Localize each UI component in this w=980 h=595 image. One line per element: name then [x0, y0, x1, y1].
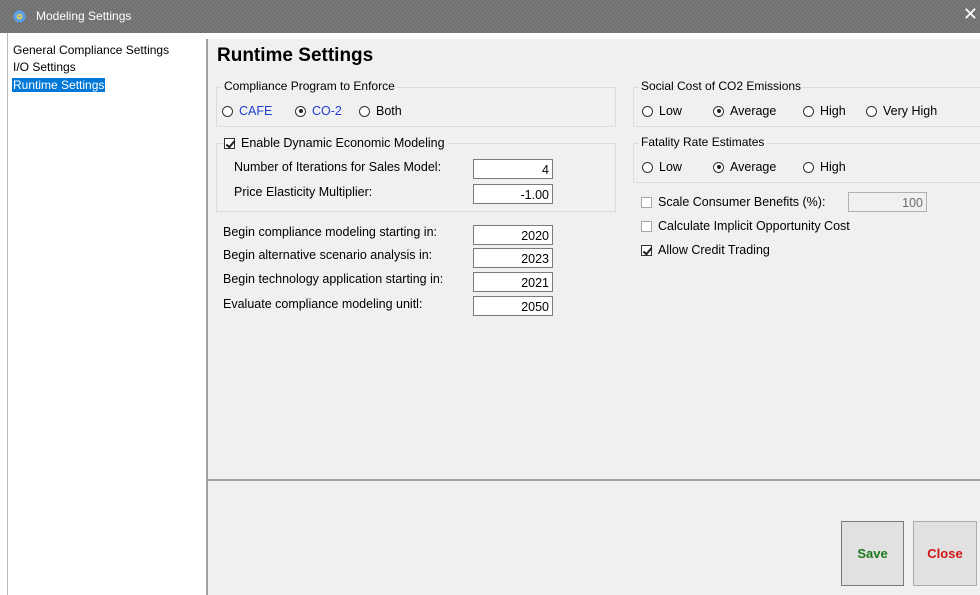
implicit-cost-checkbox-indicator — [641, 220, 652, 232]
button-panel: Save Close — [208, 481, 980, 595]
implicit-cost-checkbox[interactable]: Calculate Implicit Opportunity Cost — [641, 219, 850, 233]
radio-both[interactable]: Both — [359, 104, 402, 118]
save-button[interactable]: Save — [841, 521, 904, 586]
radio-fatality-high-indicator — [803, 161, 814, 173]
radio-cafe[interactable]: CAFE — [222, 104, 272, 118]
radio-co2[interactable]: CO-2 — [295, 104, 342, 118]
evaluate-until-field[interactable]: 2050 — [473, 296, 553, 316]
radio-fatality-average-indicator — [713, 161, 724, 173]
social-cost-group: Social Cost of CO2 Emissions Low Average… — [633, 79, 980, 127]
radio-social-very-high-label: Very High — [883, 104, 938, 118]
title-bar: Modeling Settings ✕ — [0, 0, 980, 33]
credit-trading-checkbox[interactable]: Allow Credit Trading — [641, 243, 770, 257]
radio-social-high-indicator — [803, 105, 814, 117]
dynamic-modeling-checkbox-indicator — [224, 137, 235, 149]
implicit-cost-label: Calculate Implicit Opportunity Cost — [658, 219, 850, 233]
begin-alternative-label: Begin alternative scenario analysis in: — [223, 248, 433, 262]
radio-co2-indicator — [295, 105, 306, 117]
radio-fatality-low[interactable]: Low — [642, 160, 682, 174]
credit-trading-checkbox-indicator — [641, 244, 652, 256]
dynamic-modeling-checkbox[interactable]: Enable Dynamic Economic Modeling — [224, 136, 448, 150]
fatality-group: Fatality Rate Estimates Low Average High — [633, 135, 980, 183]
radio-social-very-high-indicator — [866, 105, 877, 117]
compliance-program-label: Compliance Program to Enforce — [222, 79, 397, 93]
radio-social-high-label: High — [820, 104, 846, 118]
radio-social-very-high[interactable]: Very High — [866, 104, 937, 118]
nav-item-general-compliance[interactable]: General Compliance Settings — [12, 43, 170, 57]
radio-co2-label: CO-2 — [312, 104, 342, 118]
radio-fatality-average[interactable]: Average — [713, 160, 776, 174]
radio-social-low-label: Low — [659, 104, 682, 118]
iterations-field[interactable]: 4 — [473, 159, 553, 179]
evaluate-until-label: Evaluate compliance modeling unitl: — [223, 297, 423, 311]
dynamic-modeling-group: Enable Dynamic Economic Modeling Number … — [216, 136, 616, 212]
page-title: Runtime Settings — [217, 45, 374, 66]
radio-fatality-low-label: Low — [659, 160, 682, 174]
radio-both-indicator — [359, 105, 370, 117]
radio-social-average-indicator — [713, 105, 724, 117]
radio-cafe-indicator — [222, 105, 233, 117]
radio-social-high[interactable]: High — [803, 104, 846, 118]
elasticity-label: Price Elasticity Multiplier: — [234, 185, 373, 199]
fatality-label: Fatality Rate Estimates — [639, 135, 767, 149]
radio-fatality-average-label: Average — [730, 160, 777, 174]
radio-social-average[interactable]: Average — [713, 104, 776, 118]
scale-benefits-label: Scale Consumer Benefits (%): — [658, 195, 826, 209]
close-icon[interactable]: ✕ — [963, 5, 978, 23]
social-cost-label: Social Cost of CO2 Emissions — [639, 79, 804, 93]
credit-trading-label: Allow Credit Trading — [658, 243, 770, 257]
radio-social-low[interactable]: Low — [642, 104, 682, 118]
begin-alternative-field[interactable]: 2023 — [473, 248, 553, 268]
window-title: Modeling Settings — [36, 9, 132, 23]
radio-social-low-indicator — [642, 105, 653, 117]
window-border — [0, 33, 8, 595]
radio-fatality-high[interactable]: High — [803, 160, 846, 174]
iterations-label: Number of Iterations for Sales Model: — [234, 160, 442, 174]
begin-compliance-field[interactable]: 2020 — [473, 225, 553, 245]
scale-benefits-field[interactable]: 100 — [848, 192, 927, 212]
begin-technology-field[interactable]: 2021 — [473, 272, 553, 292]
settings-nav: General Compliance Settings I/O Settings… — [8, 39, 206, 595]
radio-fatality-high-label: High — [820, 160, 846, 174]
radio-social-average-label: Average — [730, 104, 777, 118]
scale-benefits-checkbox[interactable]: Scale Consumer Benefits (%): — [641, 195, 825, 209]
begin-technology-label: Begin technology application starting in… — [223, 272, 444, 286]
scale-benefits-checkbox-indicator — [641, 196, 652, 208]
dynamic-modeling-label: Enable Dynamic Economic Modeling — [241, 136, 445, 150]
nav-item-runtime-settings[interactable]: Runtime Settings — [12, 78, 106, 92]
settings-panel: Runtime Settings Compliance Program to E… — [208, 39, 980, 480]
gear-icon — [13, 10, 26, 23]
begin-compliance-label: Begin compliance modeling starting in: — [223, 225, 438, 239]
radio-both-label: Both — [376, 104, 402, 118]
elasticity-field[interactable]: -1.00 — [473, 184, 553, 204]
radio-cafe-label: CAFE — [239, 104, 273, 118]
close-button[interactable]: Close — [913, 521, 977, 586]
radio-fatality-low-indicator — [642, 161, 653, 173]
nav-item-io-settings[interactable]: I/O Settings — [12, 60, 77, 74]
compliance-program-group: Compliance Program to Enforce CAFE CO-2 … — [216, 79, 616, 127]
